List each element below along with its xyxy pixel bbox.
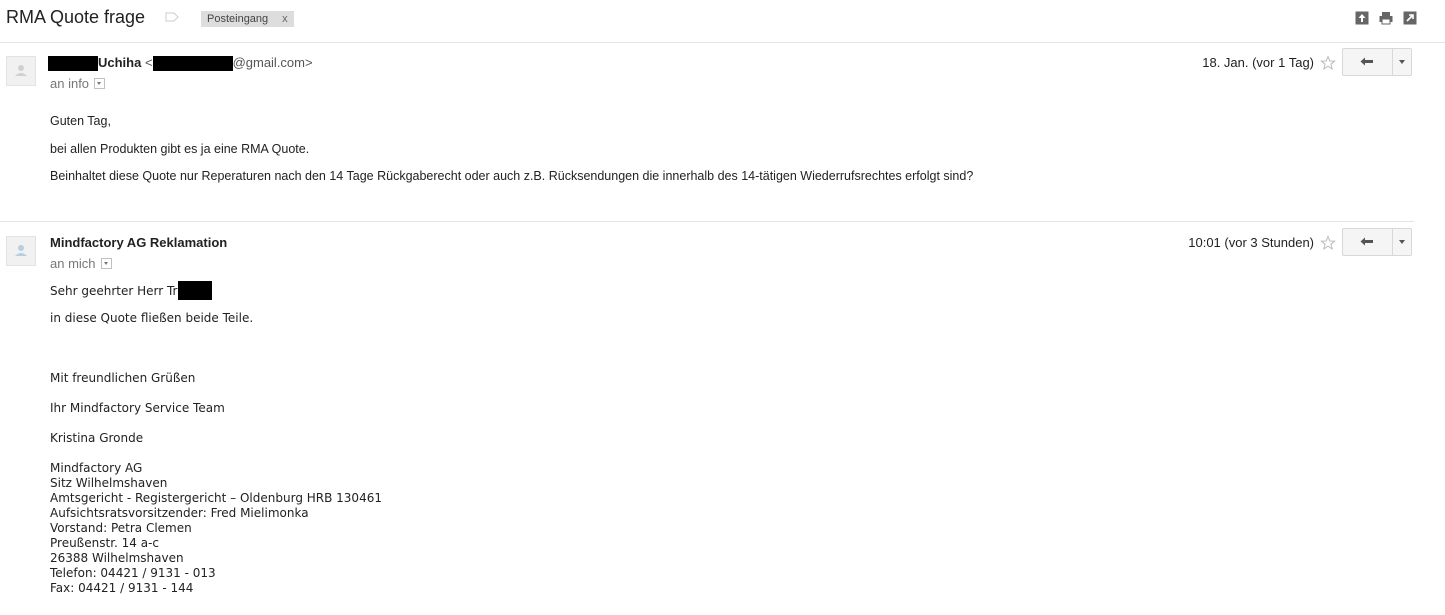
show-details-icon[interactable] bbox=[100, 258, 112, 269]
signature-line: Vorstand: Petra Clemen bbox=[50, 521, 192, 535]
signature-line: Mindfactory AG bbox=[50, 461, 143, 475]
sender-name: Uchiha bbox=[98, 55, 142, 70]
body-line: bei allen Produkten gibt es ja eine RMA … bbox=[50, 142, 310, 156]
recipient-line[interactable]: an mich bbox=[50, 256, 112, 271]
signature-line: Preußenstr. 14 a-c bbox=[50, 536, 160, 550]
chevron-down-icon bbox=[1398, 240, 1405, 244]
label-chip-text: Posteingang bbox=[207, 13, 269, 25]
important-marker-icon[interactable] bbox=[165, 12, 179, 22]
body-line: Beinhaltet diese Quote nur Reperaturen n… bbox=[50, 169, 974, 183]
more-options-button[interactable] bbox=[1393, 229, 1411, 255]
signature-line: Amtsgericht - Registergericht – Oldenbur… bbox=[50, 491, 382, 505]
signature-line: Telefon: 04421 / 9131 - 013 bbox=[50, 566, 216, 580]
sender-email: < @gmail.com> bbox=[144, 55, 313, 72]
reply-button[interactable] bbox=[1343, 229, 1393, 255]
signature-line: Aufsichtsratsvorsitzender: Fred Mielimon… bbox=[50, 506, 309, 520]
label-chip-inbox[interactable]: Posteingang x bbox=[201, 11, 294, 27]
redacted-block bbox=[152, 56, 233, 72]
reply-button-group bbox=[1342, 48, 1412, 76]
signature-line: Sitz Wilhelmshaven bbox=[50, 476, 168, 490]
signature-line: Fax: 04421 / 9131 - 144 bbox=[50, 581, 194, 595]
new-window-icon[interactable] bbox=[1403, 11, 1417, 25]
sender-name[interactable]: Mindfactory AG Reklamation bbox=[50, 235, 227, 250]
star-icon[interactable] bbox=[1320, 235, 1336, 251]
body-line: Mit freundlichen Grüßen bbox=[50, 371, 196, 385]
header-divider bbox=[0, 42, 1445, 43]
signature-line: 26388 Wilhelmshaven bbox=[50, 551, 184, 565]
recipient-text: an mich bbox=[50, 256, 96, 271]
show-details-icon[interactable] bbox=[94, 78, 106, 89]
avatar bbox=[6, 236, 36, 266]
message-divider bbox=[0, 221, 1414, 222]
reply-button[interactable] bbox=[1343, 49, 1393, 75]
avatar bbox=[6, 56, 36, 86]
star-icon[interactable] bbox=[1320, 55, 1336, 71]
body-line: Guten Tag, bbox=[50, 114, 111, 128]
reply-button-group bbox=[1342, 228, 1412, 256]
print-icon[interactable] bbox=[1379, 11, 1393, 25]
body-line: Kristina Gronde bbox=[50, 431, 144, 445]
reply-icon bbox=[1360, 57, 1374, 66]
greeting-line: Sehr geehrter Herr Tr bbox=[50, 281, 212, 300]
recipient-text: an info bbox=[50, 76, 90, 91]
redacted-block bbox=[177, 281, 212, 300]
reply-icon bbox=[1360, 237, 1374, 246]
person-icon bbox=[15, 65, 27, 76]
sender[interactable]: Uchiha < @gmail.com> bbox=[48, 55, 313, 72]
remove-label-icon[interactable]: x bbox=[282, 13, 288, 25]
message-body: Sehr geehrter Herr Tr in diese Quote fli… bbox=[50, 281, 750, 611]
body-line: in diese Quote fließen beide Teile. bbox=[50, 311, 254, 325]
redacted-block bbox=[48, 56, 98, 72]
person-icon bbox=[15, 245, 27, 256]
message-date: 18. Jan. (vor 1 Tag) bbox=[1202, 55, 1314, 70]
message-date: 10:01 (vor 3 Stunden) bbox=[1188, 235, 1314, 250]
thread-subject: RMA Quote frage bbox=[6, 7, 146, 27]
expand-all-icon[interactable] bbox=[1355, 11, 1369, 25]
body-line: Ihr Mindfactory Service Team bbox=[50, 401, 225, 415]
chevron-down-icon bbox=[1398, 60, 1405, 64]
recipient-line[interactable]: an info bbox=[50, 76, 106, 91]
more-options-button[interactable] bbox=[1393, 49, 1411, 75]
